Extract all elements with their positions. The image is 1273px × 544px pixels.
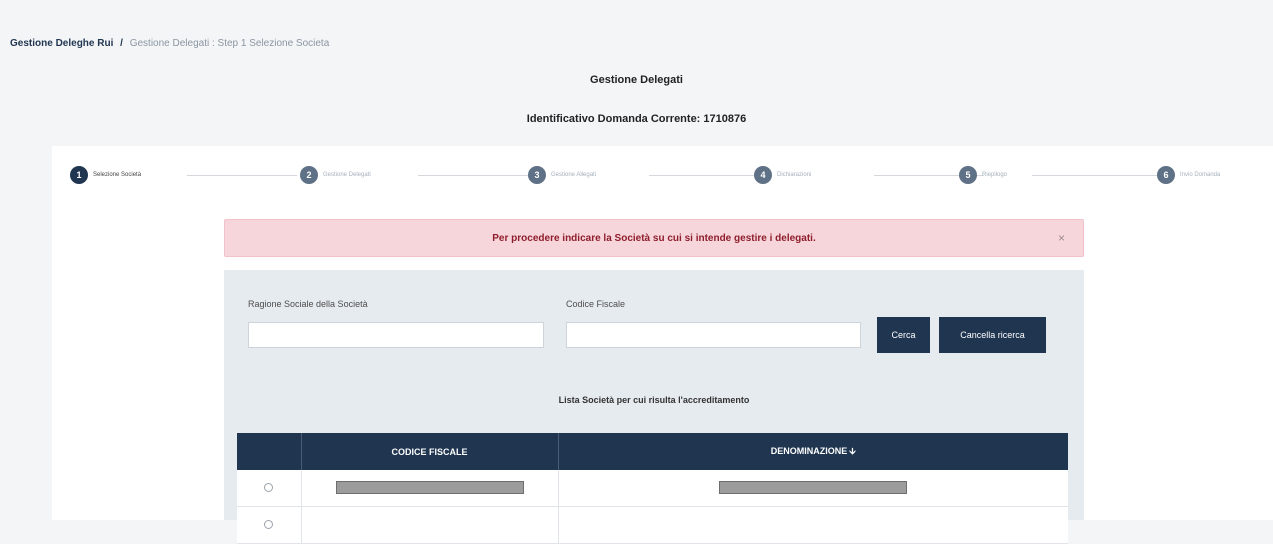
step-number: 3 [528, 166, 546, 184]
row-radio[interactable] [264, 520, 274, 529]
ragione-sociale-input[interactable] [248, 322, 544, 348]
page-title: Gestione Delegati [590, 74, 683, 86]
step-label: Riepilogo [982, 172, 1008, 178]
column-header-denominazione[interactable]: DENOMINAZIONE 🡫 [558, 433, 1068, 470]
row-radio[interactable] [264, 483, 274, 492]
step-connector [649, 175, 759, 176]
step-label: Gestione Allegati [551, 172, 597, 178]
column-header-select [237, 433, 302, 470]
step-label: Dichiarazioni [777, 172, 812, 178]
step-label: Selezione Società [93, 172, 142, 178]
table-row[interactable] [237, 470, 1068, 507]
table-cell-codice-fiscale [301, 470, 559, 507]
step-3[interactable]: 3 Gestione Allegati [528, 165, 596, 185]
breadcrumb-current: Gestione Delegati : Step 1 Selezione Soc… [129, 38, 330, 49]
codice-fiscale-label: Codice Fiscale [566, 299, 626, 309]
close-icon[interactable]: × [1058, 231, 1065, 245]
table-row[interactable] [237, 506, 1068, 544]
column-header-codice-fiscale[interactable]: CODICE FISCALE [301, 433, 559, 470]
step-1[interactable]: 1 Selezione Società [70, 165, 141, 185]
step-2[interactable]: 2 Gestione Delegati [300, 165, 371, 185]
table-cell-codice-fiscale [301, 506, 559, 544]
step-connector [187, 175, 297, 176]
breadcrumb: Gestione Deleghe Rui / Gestione Delegati… [10, 38, 329, 49]
step-number: 6 [1157, 166, 1175, 184]
table-header-row: CODICE FISCALE DENOMINAZIONE 🡫 [237, 433, 1068, 470]
redacted-block [719, 481, 908, 495]
companies-table: CODICE FISCALE DENOMINAZIONE 🡫 [237, 433, 1068, 544]
step-label: Invio Domanda [1180, 172, 1221, 178]
step-label: Gestione Delegati [323, 172, 371, 178]
list-title: Lista Società per cui risulta l'accredit… [558, 395, 750, 405]
step-4[interactable]: 4 Dichiarazioni [754, 165, 811, 185]
table-cell-select [237, 470, 302, 507]
table-cell-denominazione [558, 470, 1068, 507]
current-application-id: Identificativo Domanda Corrente: 1710876 [526, 113, 747, 125]
breadcrumb-separator: / [120, 38, 123, 49]
main-card: 1 Selezione Società 2 Gestione Delegati … [52, 146, 1273, 544]
info-alert: Per procedere indicare la Società su cui… [224, 219, 1084, 257]
step-connector [1032, 175, 1157, 176]
breadcrumb-root[interactable]: Gestione Deleghe Rui [10, 38, 113, 49]
step-number: 5 [959, 166, 977, 184]
step-6[interactable]: 6 Invio Domanda [1157, 165, 1220, 185]
step-5[interactable]: 5 Riepilogo [959, 165, 1007, 185]
arrow-down-icon: 🡫 [849, 445, 856, 456]
ragione-sociale-label: Ragione Sociale della Società [248, 299, 368, 309]
column-header-label: DENOMINAZIONE [770, 445, 848, 456]
step-connector [418, 175, 528, 176]
table-cell-denominazione [558, 506, 1068, 544]
redacted-block [335, 481, 524, 495]
wizard-stepper: 1 Selezione Società 2 Gestione Delegati … [52, 146, 1273, 202]
table-cell-select [237, 506, 302, 544]
step-number: 4 [754, 166, 772, 184]
alert-message: Per procedere indicare la Società su cui… [492, 232, 816, 244]
step-number: 1 [70, 166, 88, 184]
step-number: 2 [300, 166, 318, 184]
search-button[interactable]: Cerca [877, 317, 930, 353]
search-panel: Ragione Sociale della Società Codice Fis… [224, 270, 1084, 544]
clear-search-button[interactable]: Cancella ricerca [939, 317, 1046, 353]
codice-fiscale-input[interactable] [566, 322, 861, 348]
